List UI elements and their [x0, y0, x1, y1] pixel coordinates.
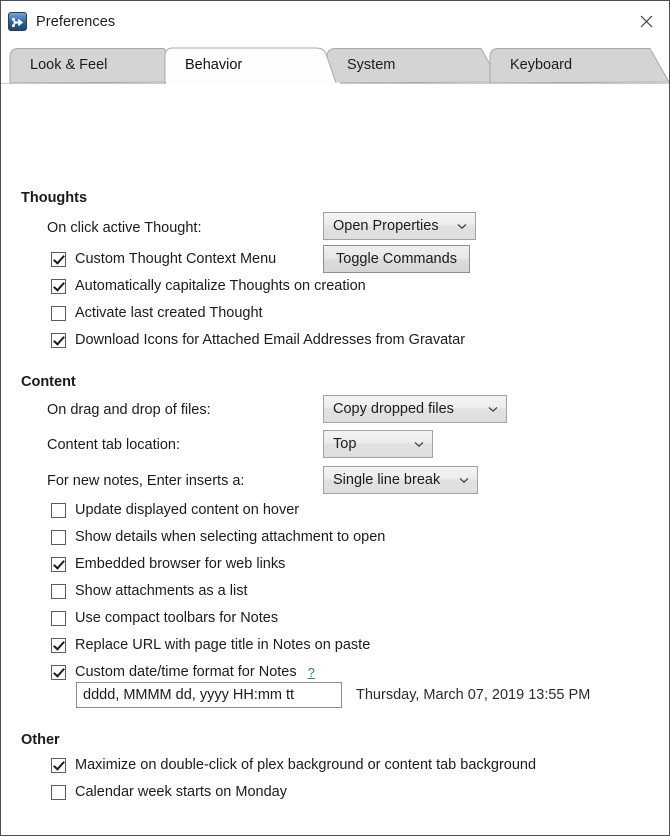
dropdown-value: Open Properties	[333, 218, 439, 234]
checkbox-calendar-week-monday[interactable]: Calendar week starts on Monday	[51, 784, 287, 800]
enter-inserts-dropdown[interactable]: Single line break	[323, 466, 478, 494]
tab-label: Look & Feel	[30, 57, 108, 73]
checkbox-embedded-browser[interactable]: Embedded browser for web links	[51, 556, 285, 572]
checkbox-box[interactable]	[51, 637, 66, 653]
behavior-panel: Thoughts On click active Thought: Open P…	[1, 84, 669, 835]
checkbox-show-details-attachment[interactable]: Show details when selecting attachment t…	[51, 529, 385, 545]
checkbox-label: Calendar week starts on Monday	[75, 784, 287, 800]
checkbox-box[interactable]	[51, 502, 66, 518]
checkbox-activate-last-created-thought[interactable]: Activate last created Thought	[51, 305, 263, 321]
drag-drop-label: On drag and drop of files:	[47, 402, 211, 418]
enter-inserts-label: For new notes, Enter inserts a:	[47, 473, 245, 489]
checkbox-update-content-on-hover[interactable]: Update displayed content on hover	[51, 502, 299, 518]
tab-label: Behavior	[185, 57, 243, 73]
checkbox-download-gravatar-icons[interactable]: Download Icons for Attached Email Addres…	[51, 332, 465, 348]
tab-look-and-feel[interactable]: Look & Feel	[9, 47, 184, 84]
checkbox-label: Automatically capitalize Thoughts on cre…	[75, 278, 366, 294]
preferences-window: Preferences Look & Feel System Keyboard …	[0, 0, 670, 836]
tab-keyboard[interactable]: Keyboard	[489, 47, 669, 84]
on-click-active-thought-dropdown[interactable]: Open Properties	[323, 212, 476, 240]
chevron-down-icon	[459, 477, 469, 484]
dropdown-value: Copy dropped files	[333, 401, 454, 417]
date-format-input-wrapper[interactable]	[76, 682, 342, 708]
checkbox-label: Show attachments as a list	[75, 583, 248, 599]
checkbox-box[interactable]	[51, 332, 66, 348]
section-title-thoughts: Thoughts	[21, 190, 88, 206]
checkbox-label: Embedded browser for web links	[75, 556, 286, 572]
chevron-down-icon	[457, 223, 467, 230]
dropdown-value: Single line break	[333, 472, 441, 488]
on-click-active-thought-label: On click active Thought:	[47, 220, 202, 236]
content-tab-location-dropdown[interactable]: Top	[323, 430, 433, 458]
checkbox-label: Use compact toolbars for Notes	[75, 610, 279, 626]
button-label: Toggle Commands	[336, 251, 457, 267]
checkbox-label: Replace URL with page title in Notes on …	[75, 637, 371, 653]
checkbox-label: Maximize on double-click of plex backgro…	[75, 757, 537, 773]
checkbox-box[interactable]	[51, 610, 66, 626]
checkbox-box[interactable]	[51, 251, 66, 267]
checkbox-label: Activate last created Thought	[75, 305, 263, 321]
date-format-preview: Thursday, March 07, 2019 13:55 PM	[356, 687, 591, 703]
checkbox-box[interactable]	[51, 529, 66, 545]
checkbox-custom-thought-context-menu[interactable]: Custom Thought Context Menu	[51, 251, 276, 267]
toggle-commands-button[interactable]: Toggle Commands	[323, 245, 470, 273]
tab-behavior[interactable]: Behavior	[164, 47, 344, 85]
checkbox-label: Show details when selecting attachment t…	[75, 529, 386, 545]
help-link-icon[interactable]: ?	[308, 665, 315, 680]
drag-drop-dropdown[interactable]: Copy dropped files	[323, 395, 507, 423]
tab-strip: Look & Feel System Keyboard Behavior	[1, 42, 669, 85]
date-format-input[interactable]	[83, 687, 335, 703]
title-bar: Preferences	[1, 1, 669, 42]
checkbox-box[interactable]	[51, 757, 66, 773]
checkbox-label: Update displayed content on hover	[75, 502, 300, 518]
checkbox-replace-url-with-title[interactable]: Replace URL with page title in Notes on …	[51, 637, 370, 653]
checkbox-box[interactable]	[51, 664, 66, 680]
checkbox-box[interactable]	[51, 305, 66, 321]
checkbox-box[interactable]	[51, 556, 66, 572]
checkbox-auto-capitalize-thoughts[interactable]: Automatically capitalize Thoughts on cre…	[51, 278, 366, 294]
checkbox-attachments-as-list[interactable]: Show attachments as a list	[51, 583, 247, 599]
chevron-down-icon	[414, 441, 424, 448]
close-button[interactable]	[623, 1, 669, 41]
window-title: Preferences	[36, 13, 116, 30]
checkbox-box[interactable]	[51, 583, 66, 599]
checkbox-custom-date-time-format[interactable]: Custom date/time format for Notes ?	[51, 664, 315, 680]
dropdown-value: Top	[333, 436, 357, 452]
checkbox-box[interactable]	[51, 278, 66, 294]
app-network-arrow-icon	[8, 12, 27, 31]
section-title-other: Other	[21, 732, 60, 748]
checkbox-box[interactable]	[51, 784, 66, 800]
checkbox-label: Download Icons for Attached Email Addres…	[75, 332, 466, 348]
close-icon	[640, 15, 652, 27]
section-title-content: Content	[21, 374, 76, 390]
checkbox-label: Custom date/time format for Notes	[75, 664, 297, 680]
chevron-down-icon	[488, 406, 498, 413]
checkbox-compact-toolbars[interactable]: Use compact toolbars for Notes	[51, 610, 278, 626]
checkbox-maximize-on-double-click[interactable]: Maximize on double-click of plex backgro…	[51, 757, 536, 773]
tab-label: Keyboard	[510, 57, 573, 73]
tab-system[interactable]: System	[326, 47, 501, 84]
checkbox-label: Custom Thought Context Menu	[75, 251, 277, 267]
content-tab-location-label: Content tab location:	[47, 437, 181, 453]
